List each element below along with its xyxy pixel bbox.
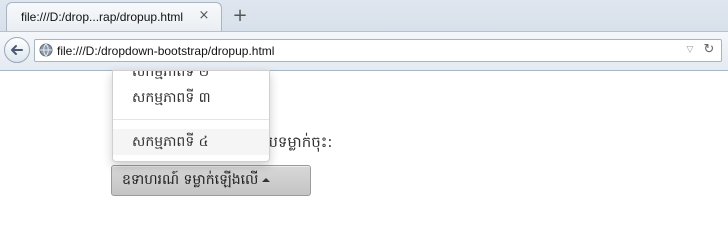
url-text: file:///D:/dropdown-bootstrap/dropup.htm… bbox=[57, 44, 275, 58]
browser-chrome: file:///D:/drop...rap/dropup.html × + fi… bbox=[0, 0, 728, 71]
back-button[interactable] bbox=[4, 37, 30, 63]
address-bar[interactable]: file:///D:/dropdown-bootstrap/dropup.htm… bbox=[34, 39, 722, 62]
menu-item-action-2[interactable]: សកម្មភាពទី ២ bbox=[113, 71, 269, 85]
dropup-button[interactable]: ឧទាហរណ៍ ទម្លាក់ឡើងលើ bbox=[111, 165, 311, 196]
new-tab-icon[interactable]: + bbox=[230, 6, 250, 26]
navigation-toolbar: file:///D:/dropdown-bootstrap/dropup.htm… bbox=[0, 31, 728, 70]
reload-icon[interactable]: ↻ bbox=[702, 43, 716, 57]
browser-tab[interactable]: file:///D:/drop...rap/dropup.html × bbox=[6, 2, 222, 31]
menu-item-action-4[interactable]: សកម្មភាពទី ៤ bbox=[113, 129, 269, 155]
url-dropdown-icon[interactable]: ▽ bbox=[685, 45, 695, 55]
menu-divider bbox=[113, 119, 269, 120]
dropup-menu: សកម្មភាពទី ២ សកម្មភាពទី ៣ សកម្មភាពទី ៤ bbox=[112, 70, 270, 162]
dropup-button-label: ឧទាហរណ៍ ទម្លាក់ឡើងលើ bbox=[122, 172, 259, 188]
close-tab-icon[interactable]: × bbox=[197, 9, 211, 23]
page-content: ប ម៉ឺនុយទម្លាក់ឡើងជំនួស ម៉ឺនុយទម្លាក់ចុះ… bbox=[0, 70, 728, 235]
menu-item-action-3[interactable]: សកម្មភាពទី ៣ bbox=[113, 85, 269, 111]
globe-icon bbox=[39, 43, 53, 57]
tab-title: file:///D:/drop...rap/dropup.html bbox=[21, 10, 184, 24]
back-arrow-icon bbox=[11, 45, 23, 55]
caret-up-icon bbox=[262, 178, 271, 182]
